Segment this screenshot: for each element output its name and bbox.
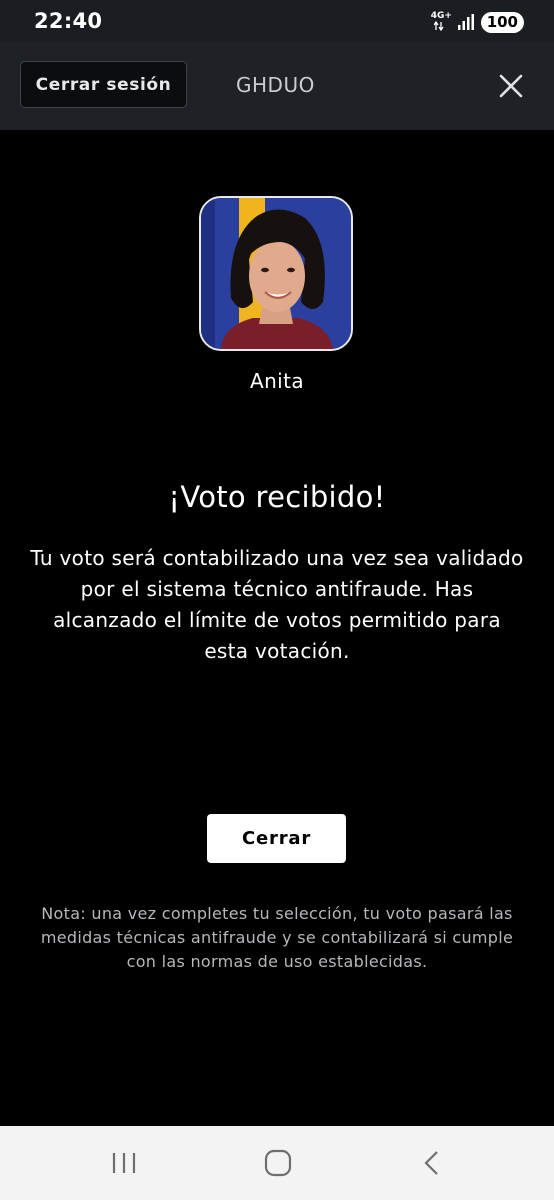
status-time: 22:40	[34, 9, 103, 33]
network-icon: 4G+	[430, 11, 452, 33]
close-icon[interactable]	[497, 72, 525, 100]
note-text: Nota: una vez completes tu selección, tu…	[40, 904, 514, 971]
app-header: Cerrar sesión GHDUO	[0, 42, 554, 130]
contestant-avatar	[199, 196, 353, 351]
close-button[interactable]: Cerrar	[207, 814, 346, 863]
status-icons: 4G+ 100	[431, 11, 524, 33]
battery-icon: 100	[480, 11, 524, 33]
home-icon[interactable]	[263, 1148, 293, 1178]
vote-received-title: ¡Voto recibido!	[168, 480, 386, 514]
contestant-name: Anita	[249, 369, 304, 393]
signal-icon	[457, 14, 474, 30]
recent-apps-icon[interactable]	[109, 1148, 139, 1178]
back-icon[interactable]	[418, 1148, 448, 1178]
data-arrows-icon	[433, 21, 444, 31]
network-label: 4G+	[430, 11, 452, 21]
vote-message: Tu voto será contabilizado una vez sea v…	[30, 546, 524, 663]
logout-button[interactable]: Cerrar sesión	[20, 61, 187, 108]
header-title: GHDUO	[236, 73, 315, 97]
contestant-photo	[201, 198, 351, 349]
system-nav-bar	[0, 1126, 554, 1200]
status-bar: 22:40 4G+ 100	[0, 0, 554, 42]
